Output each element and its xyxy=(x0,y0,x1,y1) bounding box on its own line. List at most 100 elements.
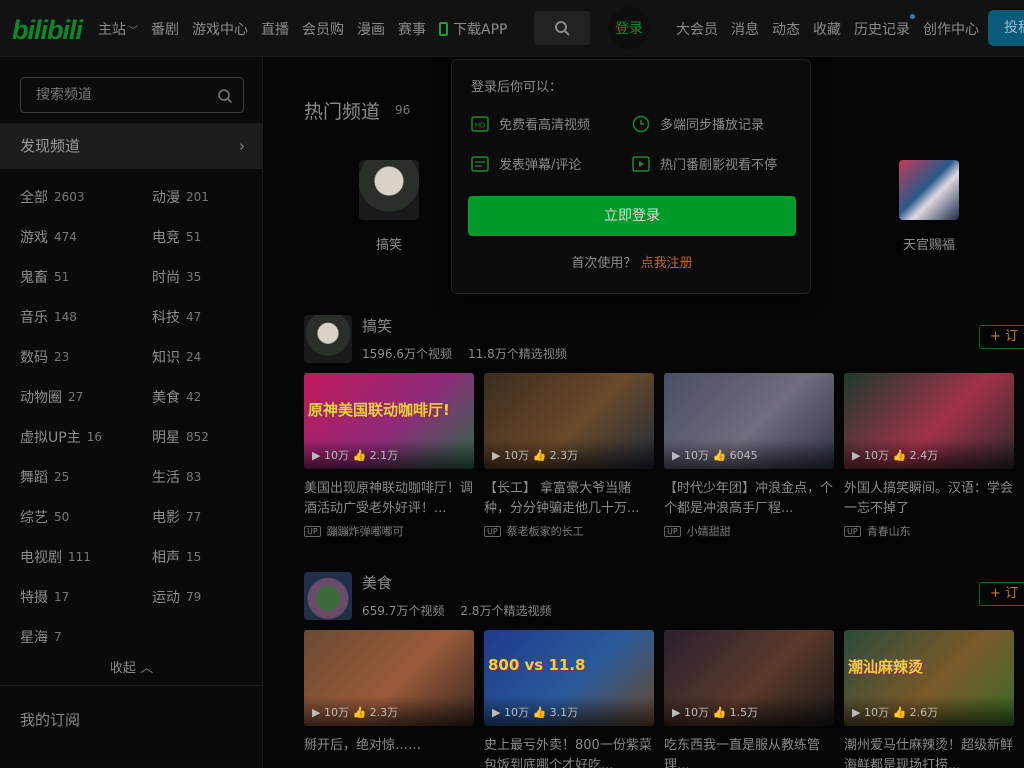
channel-thumbnail xyxy=(899,160,959,220)
nav-item-messages[interactable]: 消息 xyxy=(731,19,759,39)
nav-item-manga[interactable]: 漫画 xyxy=(357,19,385,39)
video-title[interactable]: 【长工】 拿富豪大爷当赌种，分分钟骗走他几十万... xyxy=(484,479,654,519)
category-item[interactable]: 鬼畜 51 xyxy=(20,257,152,297)
video-title[interactable]: 吃东西我一直是服从教练管理... xyxy=(664,736,834,768)
video-thumbnail[interactable]: ▶ 10万 👍 2.3万 xyxy=(484,373,654,469)
nav-item-anime[interactable]: 番剧 xyxy=(151,19,179,39)
like-count: 3.1万 xyxy=(549,706,579,719)
search-icon xyxy=(555,21,570,36)
category-item[interactable]: 游戏 474 xyxy=(20,217,152,257)
category-item[interactable]: 生活 83 xyxy=(152,457,250,497)
section-channel-name[interactable]: 搞笑 xyxy=(362,315,392,336)
upload-button[interactable]: 投稿 xyxy=(988,10,1024,46)
video-thumbnail[interactable]: ▶ 10万 👍 2.3万 xyxy=(304,630,474,726)
video-uploader[interactable]: UP 蔡老板家的长工 xyxy=(484,523,654,539)
nav-item-favorites[interactable]: 收藏 xyxy=(813,19,841,39)
category-item[interactable]: 特摄 17 xyxy=(20,577,152,617)
section-header: 搞笑 1596.6万个视频 11.8万个精选视频 + 订 xyxy=(304,315,1024,365)
nav-item-esports[interactable]: 赛事 xyxy=(398,19,426,39)
category-item[interactable]: 明星 852 xyxy=(152,417,250,457)
category-item[interactable]: 运动 79 xyxy=(152,577,250,617)
category-count: 79 xyxy=(186,590,202,604)
subscribe-button[interactable]: + 订 xyxy=(979,325,1024,349)
video-thumbnail[interactable]: ▶ 10万 👍 2.4万 xyxy=(844,373,1014,469)
video-card[interactable]: ▶ 10万 👍 1.5万吃东西我一直是服从教练管理... xyxy=(664,630,834,768)
subscribe-button[interactable]: + 订 xyxy=(979,582,1024,606)
bilibili-logo[interactable]: bilibili xyxy=(12,15,83,46)
nav-item-dynamics[interactable]: 动态 xyxy=(772,19,800,39)
category-item[interactable]: 相声 15 xyxy=(152,537,250,577)
video-thumbnail[interactable]: 800 vs 11.8 ▶ 10万 👍 3.1万 xyxy=(484,630,654,726)
category-item[interactable]: 综艺 50 xyxy=(20,497,152,537)
section-channel-name[interactable]: 美食 xyxy=(362,572,392,593)
category-count: 35 xyxy=(186,270,202,284)
login-avatar-button[interactable]: 登录 xyxy=(608,7,650,49)
channel-avatar[interactable] xyxy=(304,572,352,620)
video-card[interactable]: 800 vs 11.8 ▶ 10万 👍 3.1万史上最亏外卖！800一份紫菜包饭到… xyxy=(484,630,654,768)
video-title[interactable]: 美国出现原神联动咖啡厅！调酒活动广受老外好评！... xyxy=(304,479,474,519)
video-row: ▶ 10万 👍 2.3万 掰开后，绝对惊…… 800 vs 11.8 ▶ 10万 👍 … xyxy=(304,630,1024,768)
category-count: 77 xyxy=(186,510,202,524)
nav-item-download-app[interactable]: 下载APP xyxy=(439,19,507,39)
category-name: 运动 xyxy=(152,590,180,606)
search-button[interactable] xyxy=(534,11,590,45)
discover-channels[interactable]: 发现频道 › xyxy=(0,123,263,169)
video-stats: ▶ 10万 👍 1.5万 xyxy=(672,704,758,720)
video-card[interactable]: ▶ 10万 👍 2.3万掰开后，绝对惊…… xyxy=(304,630,474,768)
nav-item-member-shop[interactable]: 会员购 xyxy=(302,19,344,39)
video-title[interactable]: 史上最亏外卖！800一份紫菜包饭到底哪个才好吃... xyxy=(484,736,654,768)
category-item[interactable]: 全部 2603 xyxy=(20,177,152,217)
video-title[interactable]: 掰开后，绝对惊…… xyxy=(304,736,474,768)
category-item[interactable]: 舞蹈 25 xyxy=(20,457,152,497)
nav-item-main[interactable]: 主站 ﹀ xyxy=(98,19,138,39)
video-card[interactable]: ▶ 10万 👍 6045 【时代少年团】冲浪金点，个个都是冲浪高手厂程... UP 小… xyxy=(664,373,834,539)
top-nav: bilibili 主站 ﹀ 番剧 游戏中心 直播 会员购 漫画 赛事 下载APP … xyxy=(0,0,1024,57)
channel-search-input[interactable] xyxy=(36,87,206,103)
nav-item-live[interactable]: 直播 xyxy=(261,19,289,39)
category-item[interactable]: 动物圈 27 xyxy=(20,377,152,417)
category-item[interactable]: 星海 7 xyxy=(20,617,152,657)
hot-channel-item[interactable]: 天官赐福 xyxy=(889,160,969,253)
play-count-icon: ▶ xyxy=(672,449,684,462)
video-card[interactable]: 原神美国联动咖啡厅! ▶ 10万 👍 2.1万美国出现原神联动咖啡厅！调酒活动广受… xyxy=(304,373,474,539)
video-card[interactable]: 潮汕麻辣烫 ▶ 10万 👍 2.6万潮州爱马仕麻辣烫！超级新鲜海鲜都是现场打捞..… xyxy=(844,630,1014,768)
nav-item-creator-center[interactable]: 创作中心 xyxy=(923,19,979,39)
like-count: 2.1万 xyxy=(369,449,399,462)
category-item[interactable]: 音乐 148 xyxy=(20,297,152,337)
video-thumbnail[interactable]: ▶ 10万 👍 6045 xyxy=(664,373,834,469)
video-title[interactable]: 潮州爱马仕麻辣烫！超级新鲜海鲜都是现场打捞... xyxy=(844,736,1014,768)
video-uploader[interactable]: UP 青春山东 xyxy=(844,523,1014,539)
nav-item-game-center[interactable]: 游戏中心 xyxy=(192,19,248,39)
nav-item-vip[interactable]: 大会员 xyxy=(676,19,718,39)
category-item[interactable]: 电视剧 111 xyxy=(20,537,152,577)
video-thumbnail[interactable]: 原神美国联动咖啡厅! ▶ 10万 👍 2.1万 xyxy=(304,373,474,469)
category-name: 动漫 xyxy=(152,190,180,206)
category-item[interactable]: 美食 42 xyxy=(152,377,250,417)
register-link[interactable]: 点我注册 xyxy=(641,256,693,271)
video-card[interactable]: ▶ 10万 👍 2.3万【长工】 拿富豪大爷当赌种，分分钟骗走他几十万... UP… xyxy=(484,373,654,539)
category-item[interactable]: 电影 77 xyxy=(152,497,250,537)
category-item[interactable]: 科技 47 xyxy=(152,297,250,337)
my-subscriptions[interactable]: 我的订阅 xyxy=(20,709,80,730)
category-item[interactable]: 动漫 201 xyxy=(152,177,250,217)
hot-channel-item[interactable]: 搞笑 xyxy=(349,160,429,253)
video-thumbnail[interactable]: 潮汕麻辣烫 ▶ 10万 👍 2.6万 xyxy=(844,630,1014,726)
category-item[interactable]: 知识 24 xyxy=(152,337,250,377)
nav-item-history[interactable]: 历史记录 xyxy=(854,13,915,39)
video-uploader[interactable]: UP 小婧甜甜 xyxy=(664,523,834,539)
category-item[interactable]: 时尚 35 xyxy=(152,257,250,297)
category-item[interactable]: 虚拟UP主 16 xyxy=(20,417,152,457)
video-card[interactable]: ▶ 10万 👍 2.4万外国人搞笑瞬间。汉语：学会一忘不掉了 UP 青春山东 xyxy=(844,373,1014,539)
video-title[interactable]: 外国人搞笑瞬间。汉语：学会一忘不掉了 xyxy=(844,479,1014,519)
login-now-button[interactable]: 立即登录 xyxy=(468,196,796,236)
video-uploader[interactable]: UP 蹦蹦炸弹嘟嘟可 xyxy=(304,523,474,539)
channel-avatar[interactable] xyxy=(304,315,352,363)
collapse-button[interactable]: 收起 ︿ xyxy=(0,657,263,676)
chevron-right-icon: › xyxy=(239,137,245,155)
like-icon: 👍 xyxy=(528,449,550,462)
search-icon[interactable] xyxy=(217,88,233,104)
video-thumbnail[interactable]: ▶ 10万 👍 1.5万 xyxy=(664,630,834,726)
category-item[interactable]: 电竞 51 xyxy=(152,217,250,257)
category-item[interactable]: 数码 23 xyxy=(20,337,152,377)
video-title[interactable]: 【时代少年团】冲浪金点，个个都是冲浪高手厂程... xyxy=(664,479,834,519)
